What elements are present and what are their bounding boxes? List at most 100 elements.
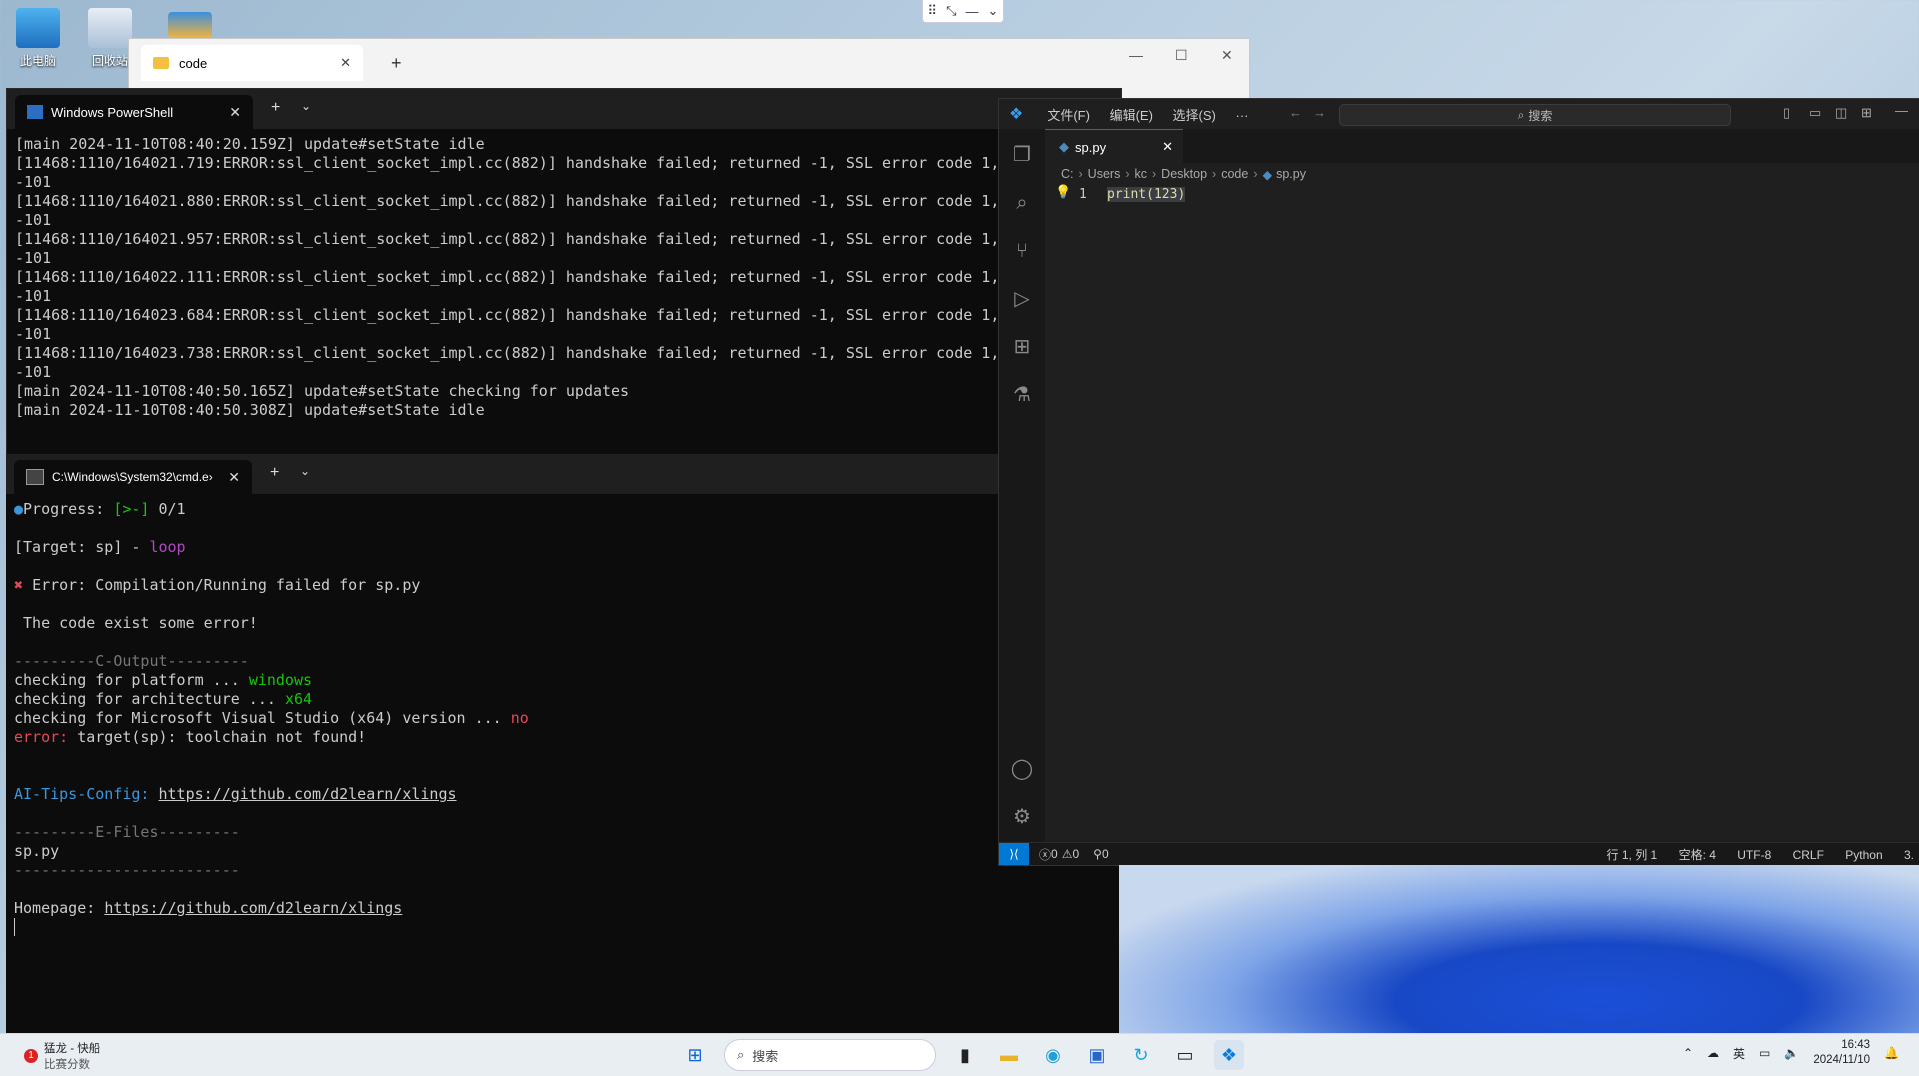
new-tab-button[interactable]: + — [270, 464, 279, 482]
cursor-position[interactable]: 行 1, 列 1 — [1607, 848, 1658, 862]
powershell-line: -101 — [15, 363, 52, 381]
minimize-icon[interactable]: — — [966, 4, 979, 19]
toggle-secondary-sidebar-icon[interactable]: ◫ — [1835, 105, 1847, 121]
target-label: [Target: sp] - — [14, 538, 150, 556]
close-icon[interactable]: ✕ — [1162, 139, 1173, 155]
start-windows-icon[interactable]: ⊞ — [680, 1040, 710, 1070]
chevron-down-icon[interactable]: ⌄ — [988, 3, 999, 19]
powershell-output[interactable]: [main 2024-11-10T08:40:20.159Z] update#s… — [7, 129, 1121, 426]
breadcrumb-item[interactable]: Desktop — [1161, 167, 1207, 181]
breadcrumb-item[interactable]: kc — [1135, 167, 1148, 181]
network-icon[interactable]: ▭ — [1759, 1046, 1770, 1060]
warning-count[interactable]: 0 — [1072, 847, 1079, 861]
line-ending[interactable]: CRLF — [1793, 848, 1824, 862]
widget-title: 猛龙 - 快船 — [44, 1043, 101, 1055]
close-icon[interactable]: ✕ — [340, 55, 351, 71]
minimize-icon[interactable]: — — [1129, 47, 1143, 63]
remote-icon[interactable]: ⟩⟨ — [999, 843, 1029, 865]
python-file-icon: ◆ — [1262, 167, 1273, 182]
taskbar-center: ⊞ ⌕ 搜索 ▮ ▬ ◉ ▣ ↻ ▭ ❖ — [680, 1039, 1244, 1071]
taskbar-search[interactable]: ⌕ 搜索 — [724, 1039, 936, 1071]
encoding[interactable]: UTF-8 — [1737, 848, 1771, 862]
menu-edit[interactable]: 编辑(E) — [1110, 108, 1153, 123]
file-explorer-icon[interactable]: ▬ — [994, 1040, 1024, 1070]
new-tab-button[interactable]: + — [391, 53, 402, 74]
notification-badge: 1 — [24, 1049, 38, 1063]
vscode-taskbar-icon[interactable]: ❖ — [1214, 1040, 1244, 1070]
ports-count[interactable]: 0 — [1102, 847, 1109, 861]
indentation[interactable]: 空格: 4 — [1679, 848, 1716, 862]
cloud-off-icon[interactable]: ☁ — [1707, 1046, 1719, 1060]
widgets-news[interactable]: 1 猛龙 - 快船 比赛分数 — [24, 1040, 100, 1072]
code-line[interactable]: 💡 1 print(123) — [1045, 185, 1919, 209]
task-view-icon[interactable]: ▮ — [950, 1040, 980, 1070]
close-icon[interactable]: ✕ — [228, 469, 240, 486]
terminal-icon[interactable]: ▭ — [1170, 1040, 1200, 1070]
maximize-icon[interactable]: ☐ — [1175, 47, 1188, 64]
editor-tab-sp-py[interactable]: ◆ sp.py ✕ — [1045, 129, 1183, 164]
homepage-link[interactable]: https://github.com/d2learn/xlings — [104, 899, 402, 917]
lightbulb-icon[interactable]: 💡 — [1055, 185, 1071, 200]
error-count[interactable]: 0 — [1051, 847, 1058, 861]
powershell-line: -101 — [15, 325, 52, 343]
chevron-down-icon[interactable]: ⌄ — [300, 464, 310, 478]
edge-icon[interactable]: ◉ — [1038, 1040, 1068, 1070]
menu-file[interactable]: 文件(F) — [1047, 108, 1090, 123]
notification-bell-icon[interactable]: 🔔 — [1884, 1046, 1899, 1060]
powershell-line: -101 — [15, 173, 52, 191]
powershell-line: -101 — [15, 249, 52, 267]
powershell-line: [main 2024-11-10T08:40:50.165Z] update#s… — [15, 382, 630, 400]
desktop-icon-this-pc[interactable]: 此电脑 — [8, 8, 68, 69]
progress-label: Progress: — [23, 500, 114, 518]
desktop-icon-label: 此电脑 — [19, 54, 56, 68]
breadcrumb-item[interactable]: C: — [1061, 167, 1074, 181]
toggle-sidebar-icon[interactable]: ▯ — [1783, 105, 1790, 121]
run-debug-icon[interactable]: ▷ — [1010, 287, 1034, 311]
search-icon[interactable]: ⌕ — [1010, 191, 1034, 215]
menu-selection[interactable]: 选择(S) — [1173, 108, 1216, 123]
shrink-icon[interactable]: ⤡ — [946, 3, 956, 19]
chevron-down-icon[interactable]: ⌄ — [301, 99, 311, 113]
close-icon[interactable]: ✕ — [229, 104, 241, 121]
back-arrow-icon[interactable]: ← — [1289, 105, 1302, 120]
menu-more[interactable]: ··· — [1236, 108, 1249, 123]
source-control-icon[interactable]: ⑂ — [1010, 239, 1034, 263]
chevron-up-icon[interactable]: ⌃ — [1683, 1046, 1693, 1060]
breadcrumb-item[interactable]: sp.py — [1276, 167, 1306, 181]
minimize-icon[interactable]: — — [1895, 103, 1908, 118]
menu-bar: 文件(F) 编辑(E) 选择(S) ··· — [1031, 105, 1248, 124]
language-mode[interactable]: Python — [1845, 848, 1882, 862]
powershell-tab[interactable]: Windows PowerShell ✕ — [15, 95, 253, 129]
new-tab-button[interactable]: + — [271, 99, 280, 117]
testing-flask-icon[interactable]: ⚗ — [1010, 383, 1034, 407]
vscode-titlebar: ❖ 文件(F) 编辑(E) 选择(S) ··· ← → ⌕ 搜索 ▯ ▭ ◫ ⊞… — [999, 99, 1919, 130]
grip-icon[interactable]: ⠿ — [928, 3, 938, 19]
sync-app-icon[interactable]: ↻ — [1126, 1040, 1156, 1070]
explorer-files-icon[interactable]: ❐ — [1010, 143, 1034, 167]
customize-layout-icon[interactable]: ⊞ — [1861, 105, 1872, 121]
ime-indicator[interactable]: 英 — [1733, 1045, 1745, 1062]
breadcrumb-item[interactable]: code — [1221, 167, 1248, 181]
volume-icon[interactable]: 🔈 — [1784, 1046, 1799, 1060]
store-icon[interactable]: ▣ — [1082, 1040, 1112, 1070]
account-icon[interactable]: ◯ — [1010, 757, 1034, 781]
homepage-label: Homepage: — [14, 899, 105, 917]
forward-arrow-icon[interactable]: → — [1313, 105, 1326, 120]
gear-icon[interactable]: ⚙ — [1010, 805, 1034, 829]
code-text[interactable]: print(123) — [1107, 187, 1186, 202]
cmd-output[interactable]: ●Progress: [>-] 0/1 [Target: sp] - loop … — [6, 494, 1120, 943]
status-extra[interactable]: 3. — [1904, 848, 1914, 862]
vscode-logo-icon: ❖ — [1009, 106, 1024, 123]
close-icon[interactable]: ✕ — [1221, 47, 1233, 64]
command-search[interactable]: ⌕ 搜索 — [1339, 104, 1731, 126]
code-error-line: The code exist some error! — [14, 614, 258, 632]
breadcrumb-item[interactable]: Users — [1088, 167, 1121, 181]
cmd-tab[interactable]: C:\Windows\System32\cmd.e› ✕ — [14, 460, 252, 494]
ai-tips-link[interactable]: https://github.com/d2learn/xlings — [159, 785, 457, 803]
toggle-panel-icon[interactable]: ▭ — [1809, 105, 1821, 121]
extensions-icon[interactable]: ⊞ — [1010, 335, 1034, 359]
status-bar: ⟩⟨ ⓧ 0 ⚠ 0 ⚲ 0 行 1, 列 1 空格: 4 UTF-8 CRLF… — [999, 842, 1919, 865]
explorer-tab[interactable]: code ✕ — [141, 45, 363, 81]
clock[interactable]: 16:43 2024/11/10 — [1813, 1038, 1870, 1068]
powershell-line: -101 — [15, 287, 52, 305]
